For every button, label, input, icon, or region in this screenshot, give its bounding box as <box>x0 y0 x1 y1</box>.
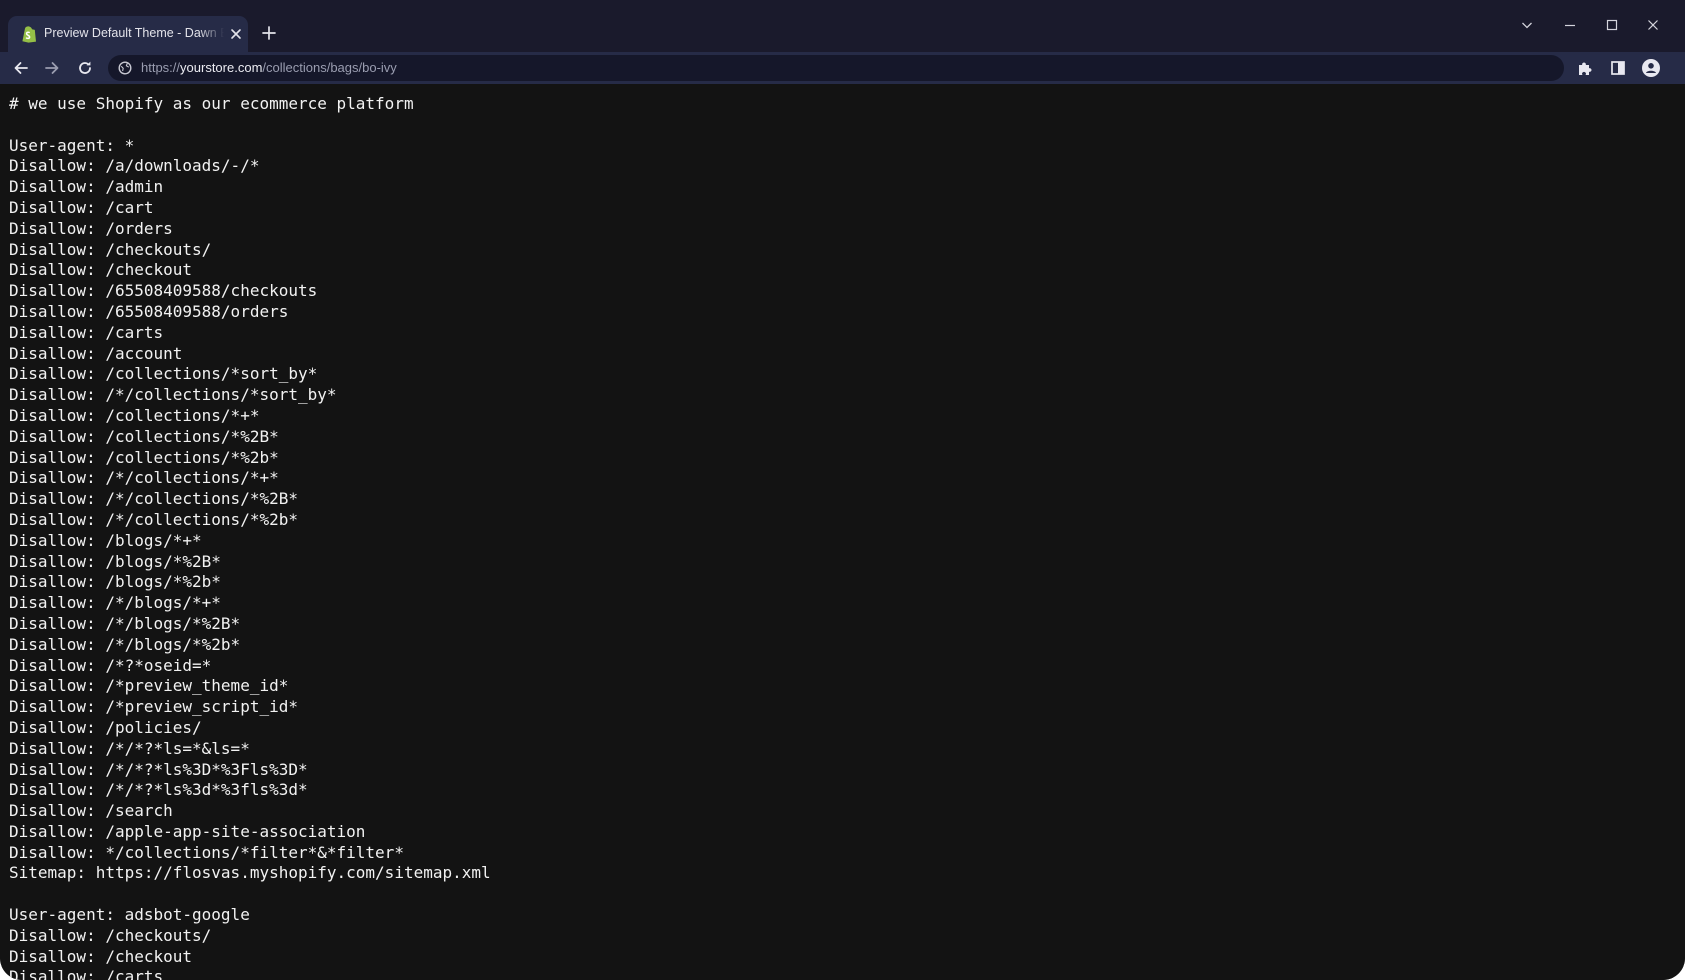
text-line: Disallow: /*preview_theme_id* <box>9 676 289 696</box>
text-line: Disallow: /checkouts/ <box>9 239 212 259</box>
text-line: User-agent: * <box>9 135 135 155</box>
forward-arrow-icon[interactable] <box>41 57 63 79</box>
site-info-icon[interactable] <box>117 60 133 76</box>
url-text: https://yourstore.com/collections/bags/b… <box>141 60 397 76</box>
close-icon[interactable] <box>228 26 244 42</box>
text-line: Disallow: /collections/*sort_by* <box>9 364 318 384</box>
text-line: Disallow: /orders <box>9 218 173 238</box>
text-line: Disallow: /admin <box>9 177 164 197</box>
text-line: Disallow: /*/*?*ls%3d*%3fls%3d* <box>9 780 308 800</box>
text-line: Disallow: /65508409588/checkouts <box>9 281 318 301</box>
page-content: # we use Shopify as our ecommerce platfo… <box>0 84 1685 980</box>
text-line: Disallow: /cart <box>9 197 154 217</box>
chevron-down-icon[interactable] <box>1516 14 1538 36</box>
back-arrow-icon[interactable] <box>10 57 32 79</box>
text-line: Disallow: /collections/*%2b* <box>9 447 279 467</box>
plus-icon[interactable] <box>258 22 280 44</box>
text-line: Disallow: /checkout <box>9 260 193 280</box>
text-line: Disallow: /blogs/*%2B* <box>9 551 221 571</box>
text-line: Disallow: /checkouts/ <box>9 925 212 945</box>
minimize-icon[interactable] <box>1559 14 1581 36</box>
text-line: Disallow: /a/downloads/-/* <box>9 156 260 176</box>
text-line: Disallow: /carts <box>9 322 164 342</box>
text-line: Disallow: /checkout <box>9 946 193 966</box>
url-scheme: https:// <box>141 60 181 75</box>
address-bar[interactable]: https://yourstore.com/collections/bags/b… <box>108 55 1564 81</box>
text-line: Disallow: /*/collections/*sort_by* <box>9 385 337 405</box>
tab-title: Preview Default Theme - Dawn Edition <box>44 26 224 40</box>
browser-toolbar: https://yourstore.com/collections/bags/b… <box>0 52 1685 84</box>
text-line: Sitemap: https://flosvas.myshopify.com/s… <box>9 863 491 883</box>
text-line: Disallow: /*/blogs/*+* <box>9 593 221 613</box>
shopify-bag-icon <box>20 25 38 43</box>
side-panel-icon[interactable] <box>1607 57 1629 79</box>
text-line: Disallow: /account <box>9 343 183 363</box>
text-line <box>9 115 1685 136</box>
text-line: Disallow: /blogs/*%2b* <box>9 572 221 592</box>
text-line <box>9 884 1685 905</box>
text-line: Disallow: /*/*?*ls=*&ls=* <box>9 738 250 758</box>
text-line: Disallow: /collections/*+* <box>9 405 260 425</box>
text-line: Disallow: /*/collections/*%2b* <box>9 509 298 529</box>
url-host: yourstore.com <box>180 60 263 75</box>
tab-preview-default-theme[interactable]: Preview Default Theme - Dawn Edition <box>8 16 248 52</box>
text-line: Disallow: /collections/*%2B* <box>9 426 279 446</box>
text-line: # we use Shopify as our ecommerce platfo… <box>9 94 414 113</box>
text-line: Disallow: /carts <box>9 967 164 980</box>
close-window-icon[interactable] <box>1642 14 1664 36</box>
text-line: Disallow: /65508409588/orders <box>9 301 289 321</box>
text-line: Disallow: */collections/*filter*&*filter… <box>9 842 404 862</box>
tab-strip: Preview Default Theme - Dawn Edition <box>0 0 1685 52</box>
text-line: Disallow: /policies/ <box>9 717 202 737</box>
url-path: /collections/bags/bo-ivy <box>262 60 397 75</box>
text-line: Disallow: /*/collections/*+* <box>9 468 279 488</box>
text-line: Disallow: /*/*?*ls%3D*%3Fls%3D* <box>9 759 308 779</box>
puzzle-extension-icon[interactable] <box>1574 57 1596 79</box>
text-line: Disallow: /*/blogs/*%2B* <box>9 613 241 633</box>
text-line: Disallow: /*/collections/*%2B* <box>9 489 298 509</box>
reload-icon[interactable] <box>74 57 96 79</box>
text-line: Disallow: /apple-app-site-association <box>9 821 366 841</box>
text-line: Disallow: /*preview_script_id* <box>9 697 298 717</box>
robots-txt-text: # we use Shopify as our ecommerce platfo… <box>0 84 1685 980</box>
maximize-icon[interactable] <box>1601 14 1623 36</box>
text-line: Disallow: /*/blogs/*%2b* <box>9 634 241 654</box>
text-line: Disallow: /search <box>9 801 173 821</box>
profile-icon[interactable] <box>1640 57 1662 79</box>
text-line: Disallow: /blogs/*+* <box>9 530 202 550</box>
text-line: User-agent: adsbot-google <box>9 905 250 925</box>
text-line: Disallow: /*?*oseid=* <box>9 655 212 675</box>
browser-window: Preview Default Theme - Dawn Edition <box>0 0 1685 980</box>
